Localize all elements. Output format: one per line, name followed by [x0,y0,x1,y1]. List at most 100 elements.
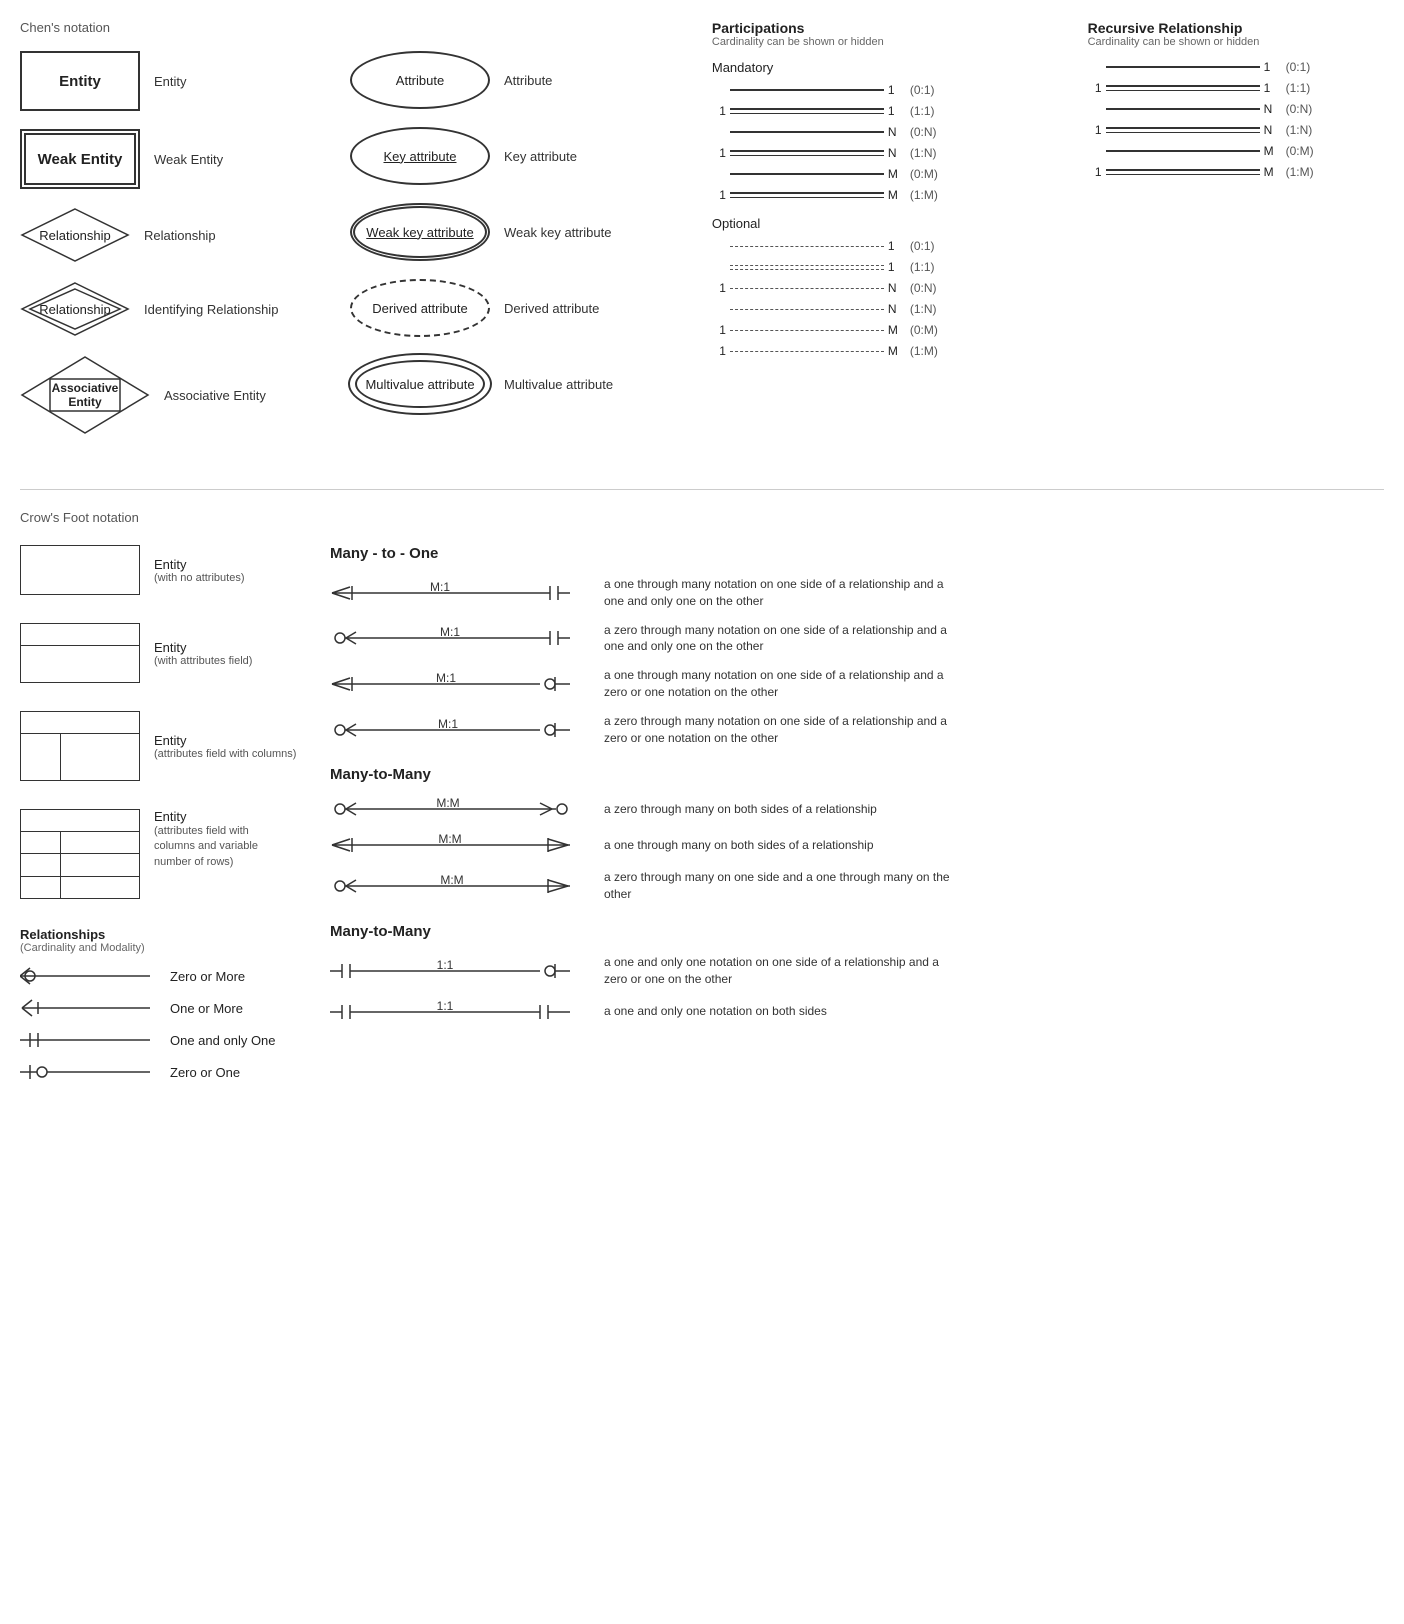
cf-rel-one-more: One or More [20,998,300,1018]
attribute-label: Attribute [396,73,444,88]
relationship-row: Relationship Relationship [20,207,350,263]
relationship-label: Relationship [39,228,111,243]
cf-rel-one-more-label: One or More [170,1001,243,1016]
cf-11-row2-icon: 1:1 [330,1000,590,1024]
cf-mm-row3: M:M a zero through many on one side and … [330,869,1384,903]
svg-text:M:1: M:1 [436,672,456,685]
part-right: M [888,188,902,202]
cf-11-row2: 1:1 a one and only one notation on both … [330,1000,1384,1024]
derived-attr-desc: Derived attribute [504,301,599,316]
cf-11-row1-icon: 1:1 [330,959,590,983]
relationship-desc: Relationship [144,228,216,243]
assoc-entity-shape: AssociativeEntity [20,355,150,435]
cf-11-row2-desc: a one and only one notation on both side… [604,1003,827,1020]
part-notation: (1:N) [910,146,937,160]
weak-key-attr-desc: Weak key attribute [504,225,611,240]
part-right: N [888,125,902,139]
part-right: M [888,167,902,181]
entity-row: Entity Entity [20,51,350,111]
crows-section: Crow's Foot notation Entity (with no att… [20,489,1384,1094]
multi-attr-desc: Multivalue attribute [504,377,613,392]
opt-row-0n: 1 N (0:N) [712,281,1068,295]
rec-row-0m: M (0:M) [1088,144,1384,158]
cf-m1-row4-desc: a zero through many notation on one side… [604,713,964,747]
cf-entity-simple-label: Entity [154,557,244,572]
cf-m1-row2: M:1 a zero through many notation on one … [330,622,1384,656]
key-attr-shape: Key attribute [350,127,490,185]
weak-key-attr-label: Weak key attribute [366,225,473,240]
participations-title: Participations [712,20,1068,36]
cf-rel-section: Relationships (Cardinality and Modality)… [20,927,300,1082]
part-notation: (0:M) [910,167,938,181]
assoc-entity-desc: Associative Entity [164,388,266,403]
rec-row-11: 1 1 (1:1) [1088,81,1384,95]
part-notation: (1:1) [910,104,935,118]
cf-mm-row3-icon: M:M [330,874,590,898]
svg-text:M:M: M:M [440,874,463,887]
participations-section: Participations Cardinality can be shown … [692,20,1068,453]
svg-text:M:1: M:1 [430,581,450,594]
svg-text:1:1: 1:1 [437,959,454,972]
entity-desc: Entity [154,74,187,89]
cf-entity-attr-sublabel: (with attributes field) [154,655,252,667]
cf-11-title: Many-to-Many [330,923,1384,940]
attribute-desc: Attribute [504,73,552,88]
attribute-shape: Attribute [350,51,490,109]
entity-shape: Entity [20,51,140,111]
cf-m1-row3-icon: M:1 [330,672,590,696]
attribute-row: Attribute Attribute [350,51,680,109]
cf-mm-row1-icon: M:M [330,797,590,821]
part-right: 1 [888,83,902,97]
weak-entity-label: Weak Entity [38,151,123,168]
svg-text:M:M: M:M [436,797,459,810]
cf-rel-zero-one: Zero or One [20,1062,300,1082]
part-notation: (0:N) [910,125,937,139]
part-notation: (0:1) [910,83,935,97]
rec-row-1n: 1 N (1:N) [1088,123,1384,137]
svg-text:M:1: M:1 [440,626,460,639]
multi-attr-shape: Multivalue attribute [350,355,490,413]
part-left: 1 [712,146,726,160]
cf-m1-row2-icon: M:1 [330,626,590,650]
derived-attr-shape: Derived attribute [350,279,490,337]
part-row-1m: 1 M (1:M) [712,188,1068,202]
opt-row-1n: N (1:N) [712,302,1068,316]
chens-title: Chen's notation [20,20,692,35]
cf-rel-one-only: One and only One [20,1030,300,1050]
cf-entity-simple-row: Entity (with no attributes) [20,545,300,595]
multi-attr-row: Multivalue attribute Multivalue attribut… [350,355,680,413]
cf-m1-row3-desc: a one through many notation on one side … [604,667,964,701]
recursive-subtitle: Cardinality can be shown or hidden [1088,36,1384,48]
part-row-0m: M (0:M) [712,167,1068,181]
cf-entity-attr-row: Entity (with attributes field) [20,623,300,683]
weak-entity-shape: Weak Entity [20,129,140,189]
weak-entity-desc: Weak Entity [154,152,223,167]
weak-key-attr-shape: Weak key attribute [350,203,490,261]
cf-entity-cols-sublabel: (attributes field with columns) [154,748,296,760]
cf-mm-row2-icon: M:M [330,833,590,857]
relationship-shape: Relationship [20,207,130,263]
svg-text:1:1: 1:1 [437,1000,454,1013]
cf-mm-row3-desc: a zero through many on one side and a on… [604,869,964,903]
cf-entity-simple-sublabel: (with no attributes) [154,572,244,584]
svg-text:M:1: M:1 [438,718,458,731]
cf-rel-zero-one-label: Zero or One [170,1065,240,1080]
cf-entity-rows-row: Entity (attributes field with columns an… [20,809,300,899]
cf-mm-row1: M:M a zero through many on both sides of… [330,797,1384,821]
id-relationship-shape: Relationship [20,281,130,337]
id-relationship-label: Relationship [39,302,111,317]
crows-title: Crow's Foot notation [20,510,1384,525]
key-attr-row: Key attribute Key attribute [350,127,680,185]
cf-rel-one-only-label: One and only One [170,1033,276,1048]
cf-m1-row1-icon: M:1 [330,581,590,605]
cf-m1-row1: M:1 a one through many notation on one s… [330,576,1384,610]
recursive-section: Recursive Relationship Cardinality can b… [1068,20,1384,453]
mandatory-title: Mandatory [712,60,1068,75]
entity-label: Entity [59,73,101,90]
cf-rel-zero-one-icon [20,1062,160,1082]
derived-attr-row: Derived attribute Derived attribute [350,279,680,337]
cf-rel-one-only-icon [20,1030,160,1050]
cf-11-row1: 1:1 a one and only one notation on one s… [330,954,1384,988]
weak-key-attr-row: Weak key attribute Weak key attribute [350,203,680,261]
cf-entity-simple-shape [20,545,140,595]
